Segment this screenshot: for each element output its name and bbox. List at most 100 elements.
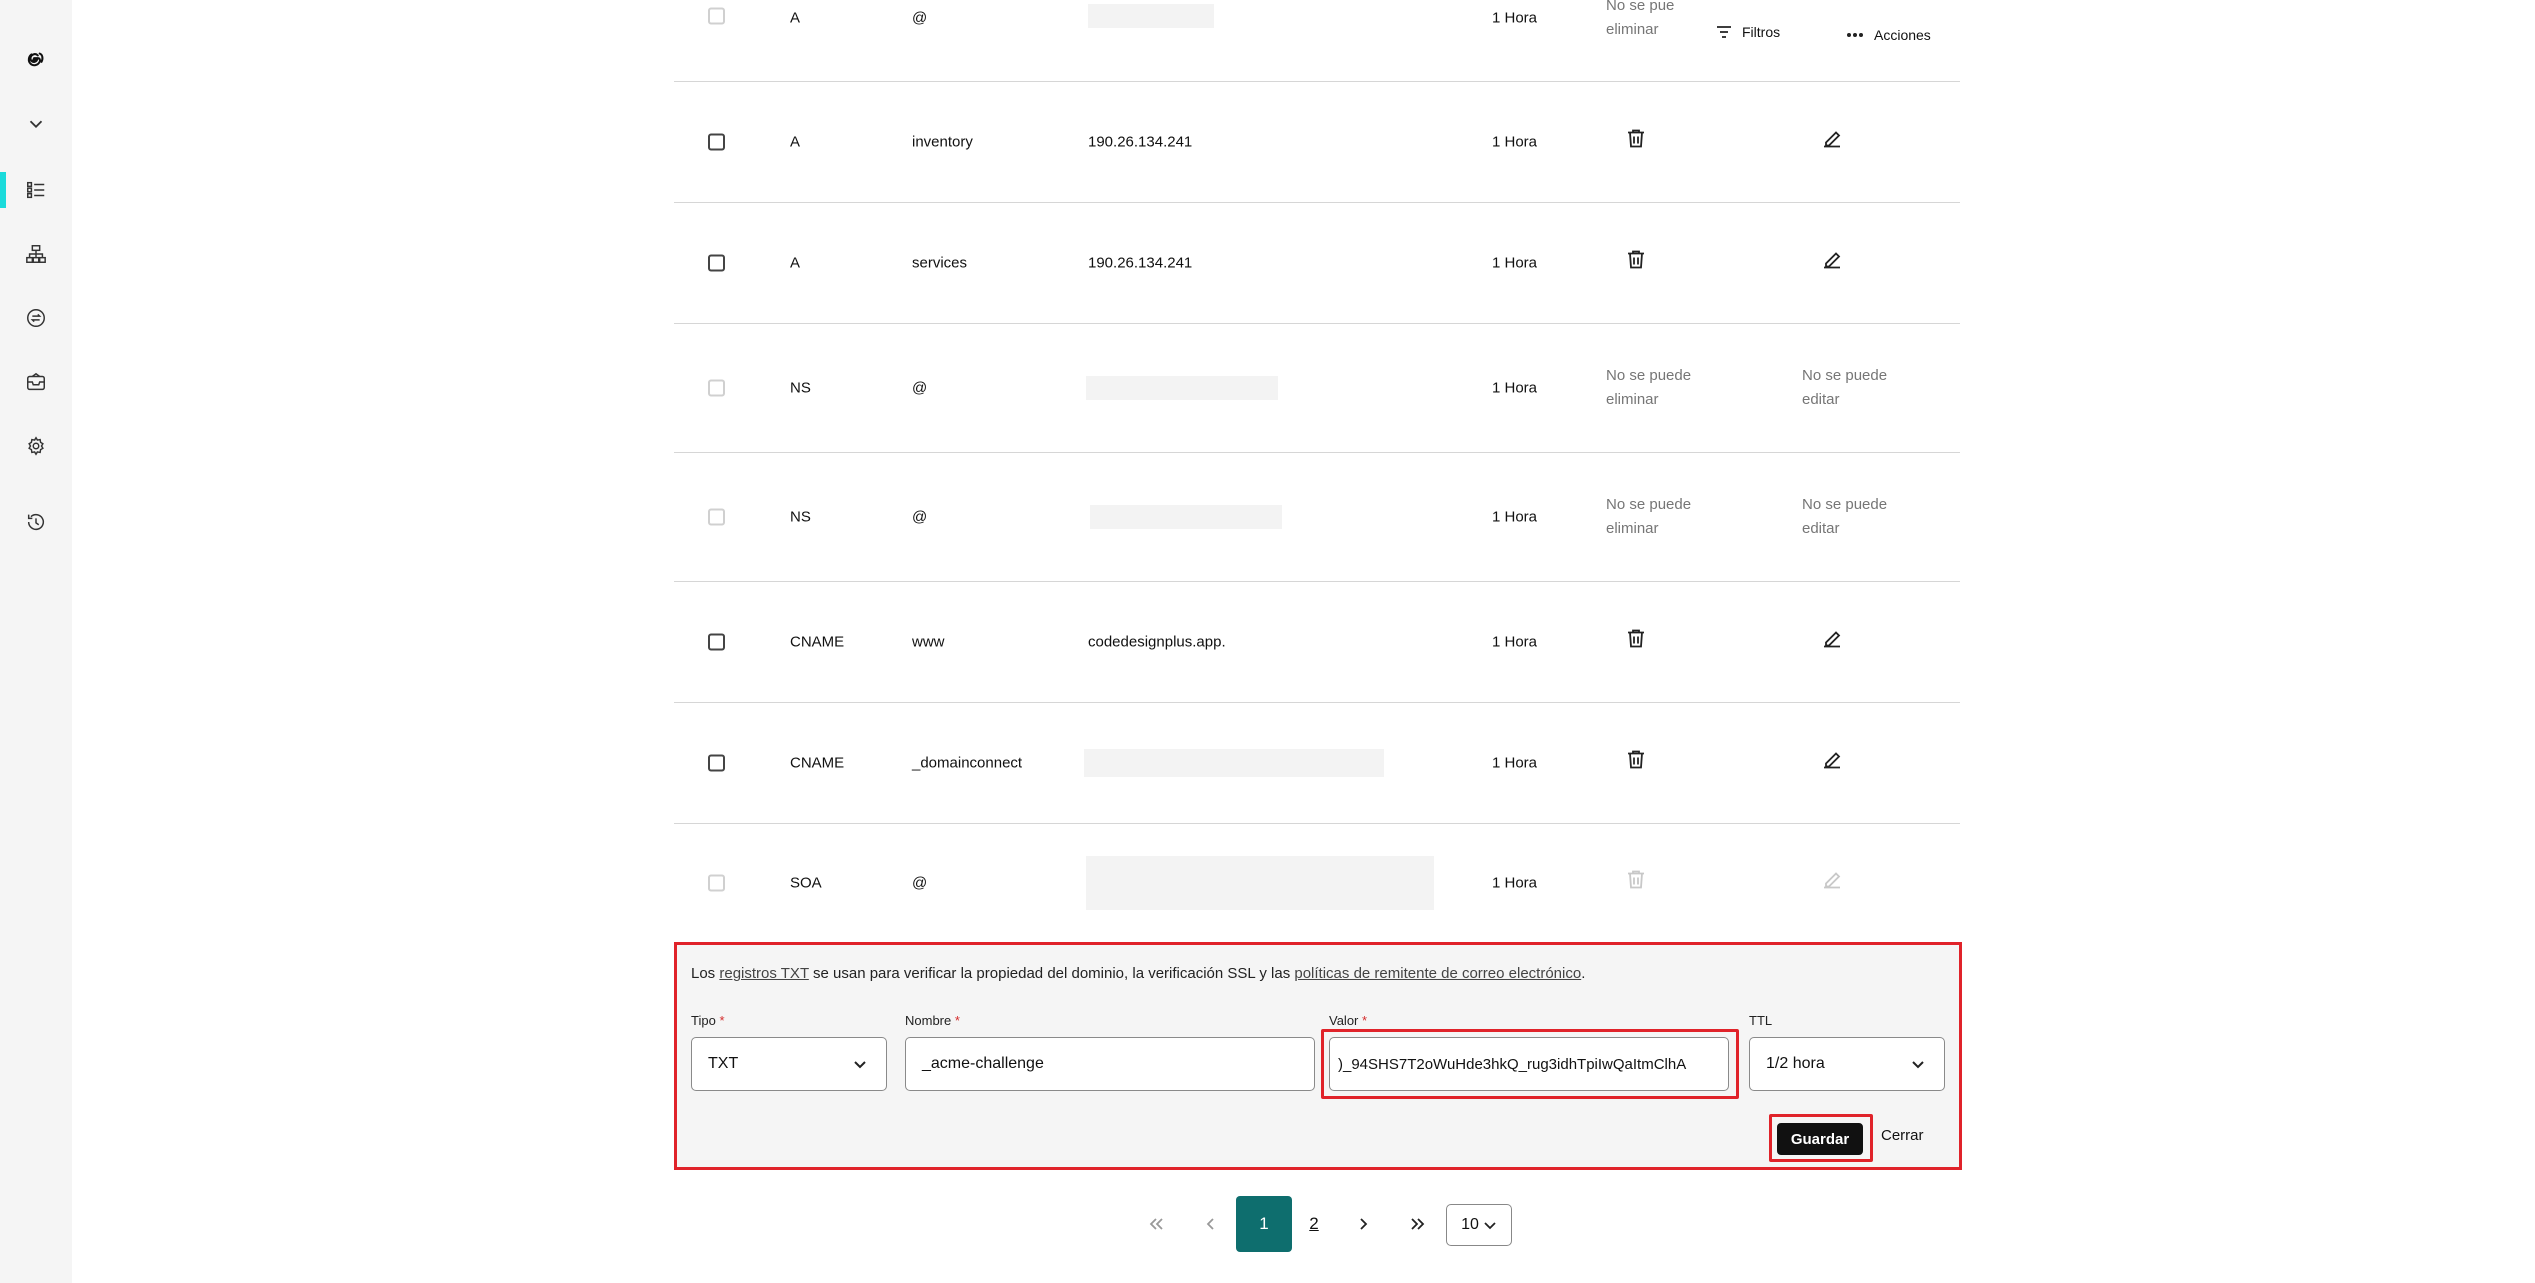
table-row: NS @ 1 Hora No se puede eliminar No se p…: [674, 452, 1960, 582]
record-type: NS: [790, 508, 811, 525]
prev-page-button[interactable]: [1190, 1196, 1230, 1252]
edit-button[interactable]: [1820, 626, 1844, 657]
save-button[interactable]: Guardar: [1777, 1123, 1863, 1155]
tipo-label-text: Tipo: [691, 1013, 716, 1028]
chevron-down-icon: [1912, 1061, 1924, 1069]
record-ttl: 1 Hora: [1492, 133, 1538, 150]
valor-label-text: Valor: [1329, 1013, 1359, 1028]
record-ttl: 1 Hora: [1492, 254, 1538, 271]
ttl-select[interactable]: 1/2 hora: [1749, 1037, 1945, 1091]
double-chevron-right-icon: [1411, 1218, 1425, 1230]
tipo-select[interactable]: TXT: [691, 1037, 887, 1091]
row-checkbox: [708, 508, 725, 525]
chevron-down-icon: [29, 120, 43, 129]
table-row: SOA @ 1 Hora: [674, 823, 1960, 942]
sender-policies-link[interactable]: políticas de remitente de correo electró…: [1294, 965, 1581, 982]
page-1-button[interactable]: 1: [1236, 1196, 1292, 1252]
last-page-button[interactable]: [1398, 1196, 1438, 1252]
record-type: SOA: [790, 874, 822, 891]
page-size-select[interactable]: 10: [1446, 1204, 1512, 1246]
txt-info-text: Los registros TXT se usan para verificar…: [691, 965, 1585, 982]
nombre-input[interactable]: _acme-challenge: [905, 1037, 1315, 1091]
record-ttl: 1 Hora: [1492, 874, 1538, 891]
record-type: A: [790, 133, 801, 150]
record-type: A: [790, 9, 801, 27]
delete-button[interactable]: [1624, 626, 1648, 657]
record-ttl: 1 Hora: [1492, 9, 1538, 27]
tipo-label: Tipo *: [691, 1013, 725, 1028]
info-middle: se usan para verificar la propiedad del …: [808, 965, 1295, 982]
edit-button[interactable]: [1820, 126, 1844, 157]
registros-txt-link[interactable]: registros TXT: [719, 965, 808, 982]
record-value-masked: [1086, 855, 1434, 910]
ttl-label-text: TTL: [1749, 1013, 1773, 1028]
ttl-value: 1/2 hora: [1766, 1055, 1825, 1072]
trash-icon: [1628, 129, 1644, 147]
page-size-value: 10: [1461, 1216, 1479, 1233]
delete-button[interactable]: [1624, 247, 1648, 278]
row-checkbox: [708, 7, 725, 25]
godaddy-logo-icon[interactable]: [0, 40, 72, 80]
sidebar-item-settings[interactable]: [0, 426, 72, 466]
nombre-value: _acme-challenge: [922, 1055, 1044, 1072]
row-checkbox[interactable]: [708, 254, 725, 271]
row-checkbox[interactable]: [708, 754, 725, 771]
valor-input[interactable]: )_94SHS7T2oWuHde3hkQ_rug3idhTpiIwQaItmCl…: [1329, 1037, 1729, 1091]
double-chevron-left-icon: [1149, 1218, 1163, 1230]
transfer-icon: [27, 309, 45, 327]
delete-button[interactable]: [1624, 747, 1648, 778]
pencil-icon: [1824, 871, 1841, 888]
record-ttl: 1 Hora: [1492, 379, 1538, 396]
history-icon: [27, 514, 45, 531]
expand-button[interactable]: [0, 104, 72, 144]
required-mark: *: [1362, 1013, 1368, 1028]
sidebar-item-email[interactable]: [0, 362, 72, 402]
table-row: CNAME _domainconnect 1 Hora: [674, 702, 1960, 824]
nombre-label-text: Nombre: [905, 1013, 952, 1028]
pencil-icon: [1824, 130, 1841, 147]
record-value-masked: [1084, 748, 1384, 777]
record-name: @: [912, 379, 928, 396]
table-row: NS @ 1 Hora No se puede eliminar No se p…: [674, 323, 1960, 453]
record-value: 190.26.134.241: [1088, 254, 1193, 271]
valor-label: Valor *: [1329, 1013, 1367, 1028]
record-value-masked: [1090, 504, 1282, 529]
record-value-masked: [1088, 4, 1214, 28]
row-checkbox[interactable]: [708, 633, 725, 650]
page-2-button[interactable]: 2: [1296, 1196, 1332, 1252]
record-value: codedesignplus.app.: [1088, 633, 1226, 650]
delete-disabled-text: No se pue eliminar: [1606, 0, 1675, 38]
sidebar-item-transfer[interactable]: [0, 298, 72, 338]
record-ttl: 1 Hora: [1492, 508, 1538, 525]
record-name: _domainconnect: [912, 754, 1023, 771]
required-mark: *: [719, 1013, 725, 1028]
inbox-icon: [27, 372, 45, 391]
chevron-down-icon: [1484, 1222, 1496, 1230]
sidebar-item-history[interactable]: [0, 502, 72, 542]
edit-button[interactable]: [1820, 747, 1844, 778]
record-name: www: [912, 633, 945, 650]
trash-icon: [1628, 750, 1644, 768]
delete-disabled-icon: [1624, 867, 1648, 898]
record-type: CNAME: [790, 633, 845, 650]
next-page-button[interactable]: [1344, 1196, 1384, 1252]
record-ttl: 1 Hora: [1492, 754, 1538, 771]
table-row: CNAME www codedesignplus.app. 1 Hora: [674, 581, 1960, 703]
trash-icon: [1628, 629, 1644, 647]
sidebar-item-dns[interactable]: [0, 170, 72, 210]
row-checkbox: [708, 379, 725, 396]
valor-value: )_94SHS7T2oWuHde3hkQ_rug3idhTpiIwQaItmCl…: [1338, 1055, 1687, 1073]
pencil-icon: [1824, 630, 1841, 647]
pencil-icon: [1824, 751, 1841, 768]
close-button[interactable]: Cerrar: [1881, 1127, 1924, 1144]
sidebar: [0, 0, 72, 1283]
record-ttl: 1 Hora: [1492, 633, 1538, 650]
row-checkbox[interactable]: [708, 133, 725, 150]
sidebar-item-hosting[interactable]: [0, 234, 72, 274]
table-row: A services 190.26.134.241 1 Hora: [674, 202, 1960, 324]
trash-icon: [1628, 870, 1644, 888]
pagination: 1 2 10: [0, 1196, 2535, 1252]
first-page-button[interactable]: [1136, 1196, 1176, 1252]
delete-button[interactable]: [1624, 126, 1648, 157]
edit-button[interactable]: [1820, 247, 1844, 278]
